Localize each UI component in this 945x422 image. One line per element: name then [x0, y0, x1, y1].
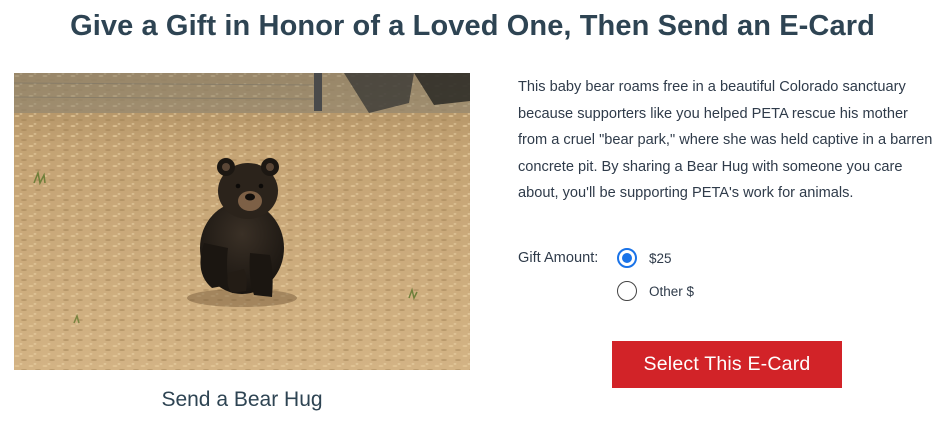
- gift-option-label: $25: [649, 250, 672, 266]
- gift-option-other[interactable]: Other $: [617, 281, 694, 301]
- radio-unselected-icon[interactable]: [617, 281, 637, 301]
- gift-amount-label: Gift Amount:: [518, 250, 599, 266]
- bear-cub-photo: [14, 73, 470, 370]
- radio-selected-icon[interactable]: [617, 248, 637, 268]
- select-ecard-button[interactable]: Select This E-Card: [612, 341, 842, 388]
- ecard-caption: Send a Bear Hug: [161, 388, 323, 411]
- gift-option-25[interactable]: $25: [617, 248, 672, 268]
- ecard-description: This baby bear roams free in a beautiful…: [518, 79, 933, 202]
- page-title: Give a Gift in Honor of a Loved One, The…: [70, 10, 875, 42]
- gift-option-label: Other $: [649, 283, 695, 299]
